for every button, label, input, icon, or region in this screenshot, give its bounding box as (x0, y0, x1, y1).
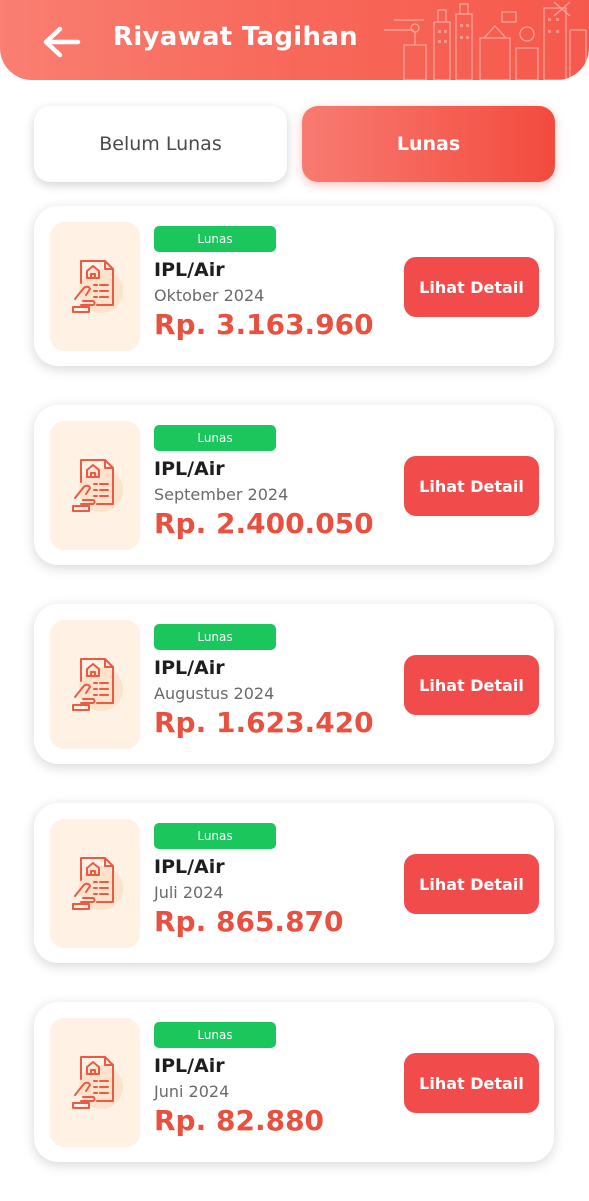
bill-service-name: IPL/Air (154, 856, 225, 878)
bill-document-hand-icon (72, 458, 123, 512)
status-badge: Lunas (154, 624, 276, 650)
bill-period: Oktober 2024 (154, 286, 265, 305)
back-button[interactable] (40, 24, 84, 60)
bill-icon-container (50, 222, 140, 351)
bill-document-hand-icon (72, 657, 123, 711)
bill-service-name: IPL/Air (154, 657, 225, 679)
view-detail-button[interactable]: Lihat Detail (404, 1053, 539, 1113)
status-badge: Lunas (154, 1022, 276, 1048)
tab-lunas[interactable]: Lunas (302, 106, 555, 182)
bill-period: Juni 2024 (154, 1082, 230, 1101)
bill-service-name: IPL/Air (154, 259, 225, 281)
bill-icon-container (50, 421, 140, 550)
bill-icon-container (50, 1018, 140, 1147)
status-tabs: Belum Lunas Lunas (34, 106, 555, 182)
bill-icon-container (50, 620, 140, 749)
bill-list: Lunas IPL/Air Oktober 2024 Rp. 3.163.960… (34, 206, 554, 1201)
bill-card: Lunas IPL/Air Oktober 2024 Rp. 3.163.960… (34, 206, 554, 366)
tab-belum-lunas[interactable]: Belum Lunas (34, 106, 287, 182)
bill-card: Lunas IPL/Air Juni 2024 Rp. 82.880 Lihat… (34, 1002, 554, 1162)
view-detail-button[interactable]: Lihat Detail (404, 257, 539, 317)
status-badge: Lunas (154, 226, 276, 252)
view-detail-button[interactable]: Lihat Detail (404, 854, 539, 914)
bill-document-hand-icon (72, 1055, 123, 1109)
app-header: Riyawat Tagihan (0, 0, 589, 80)
bill-document-hand-icon (72, 856, 123, 910)
bill-card: Lunas IPL/Air September 2024 Rp. 2.400.0… (34, 405, 554, 565)
arrow-left-icon[interactable] (40, 24, 84, 60)
bill-service-name: IPL/Air (154, 1055, 225, 1077)
city-skyline-illustration (384, 1, 587, 80)
bill-card: Lunas IPL/Air Juli 2024 Rp. 865.870 Liha… (34, 803, 554, 963)
status-badge: Lunas (154, 425, 276, 451)
bill-document-hand-icon (72, 259, 123, 313)
bill-icon-container (50, 819, 140, 948)
bill-amount: Rp. 2.400.050 (154, 507, 374, 540)
bill-period: September 2024 (154, 485, 289, 504)
bill-amount: Rp. 1.623.420 (154, 706, 374, 739)
bill-card: Lunas IPL/Air Augustus 2024 Rp. 1.623.42… (34, 604, 554, 764)
status-badge: Lunas (154, 823, 276, 849)
bill-service-name: IPL/Air (154, 458, 225, 480)
bill-period: Juli 2024 (154, 883, 224, 902)
view-detail-button[interactable]: Lihat Detail (404, 655, 539, 715)
view-detail-button[interactable]: Lihat Detail (404, 456, 539, 516)
page-title: Riyawat Tagihan (113, 22, 358, 52)
bill-amount: Rp. 3.163.960 (154, 308, 374, 341)
bill-amount: Rp. 82.880 (154, 1104, 325, 1137)
bill-period: Augustus 2024 (154, 684, 275, 703)
bill-amount: Rp. 865.870 (154, 905, 344, 938)
